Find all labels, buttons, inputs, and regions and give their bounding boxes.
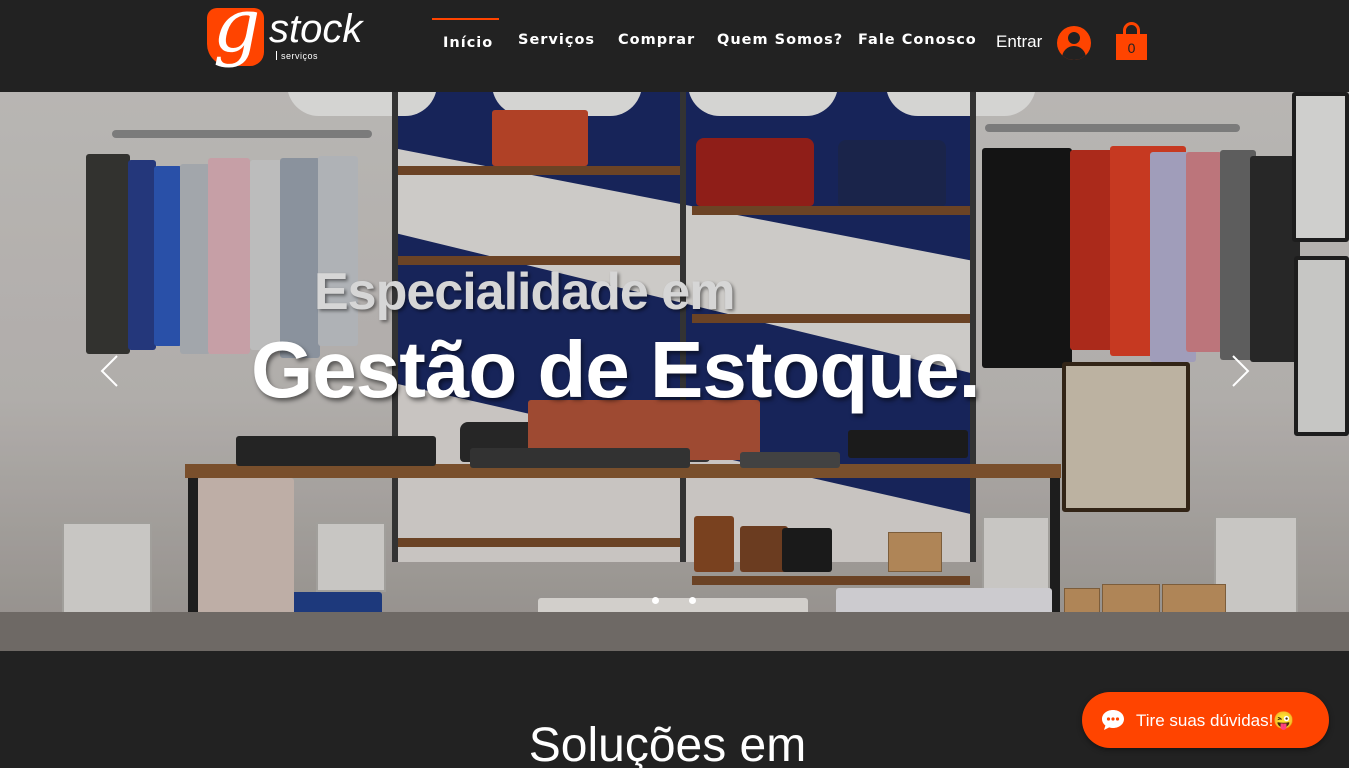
site-logo[interactable]: g stock serviços: [206, 0, 376, 79]
logo-subtitle: serviços: [276, 51, 318, 61]
chevron-left-icon[interactable]: [98, 354, 122, 388]
cart-count: 0: [1116, 34, 1147, 60]
chat-bubble-icon: [1102, 710, 1124, 730]
logo-letter: g: [213, 0, 261, 69]
hero-subtitle: Especialidade em: [314, 263, 735, 321]
shopping-bag-icon[interactable]: 0: [1115, 22, 1149, 62]
hero-title: Gestão de Estoque.: [251, 325, 981, 414]
site-header: g stock serviços Início Serviços Comprar…: [0, 0, 1349, 92]
nav-item-quem-somos[interactable]: Quem Somos?: [717, 18, 843, 64]
chat-label: Tire suas dúvidas!😜: [1136, 711, 1295, 730]
user-avatar-icon[interactable]: [1057, 26, 1091, 60]
chat-button[interactable]: Tire suas dúvidas!😜: [1082, 692, 1329, 748]
hero-slideshow: Especialidade em Gestão de Estoque.: [0, 92, 1349, 651]
login-link[interactable]: Entrar: [996, 32, 1042, 52]
nav-item-comprar[interactable]: Comprar: [618, 18, 695, 64]
nav-item-servicos[interactable]: Serviços: [518, 18, 595, 64]
nav-item-inicio[interactable]: Início: [432, 18, 499, 64]
logo-wordmark: stock: [269, 7, 363, 51]
slide-dot-1[interactable]: [652, 597, 659, 604]
slide-dot-2[interactable]: [689, 597, 696, 604]
chevron-right-icon[interactable]: [1228, 354, 1252, 388]
nav-item-fale-conosco[interactable]: Fale Conosco: [858, 18, 977, 64]
